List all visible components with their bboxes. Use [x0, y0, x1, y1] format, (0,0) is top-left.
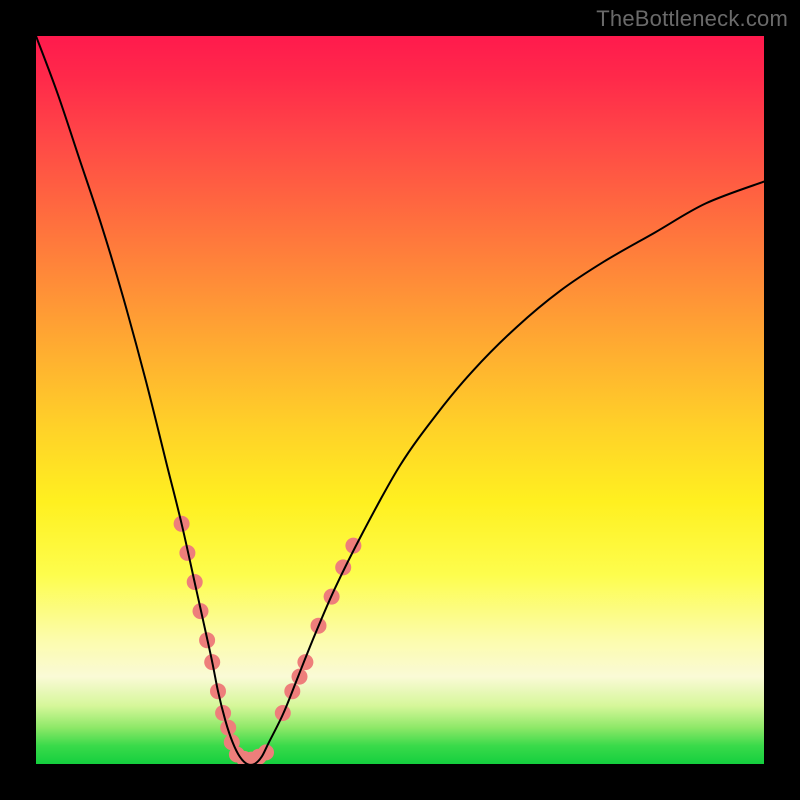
chart-frame: TheBottleneck.com [0, 0, 800, 800]
plot-area [36, 36, 764, 764]
watermark-text: TheBottleneck.com [596, 6, 788, 32]
chart-svg [36, 36, 764, 764]
markers-layer [174, 516, 362, 764]
bottleneck-curve-path [36, 36, 764, 764]
